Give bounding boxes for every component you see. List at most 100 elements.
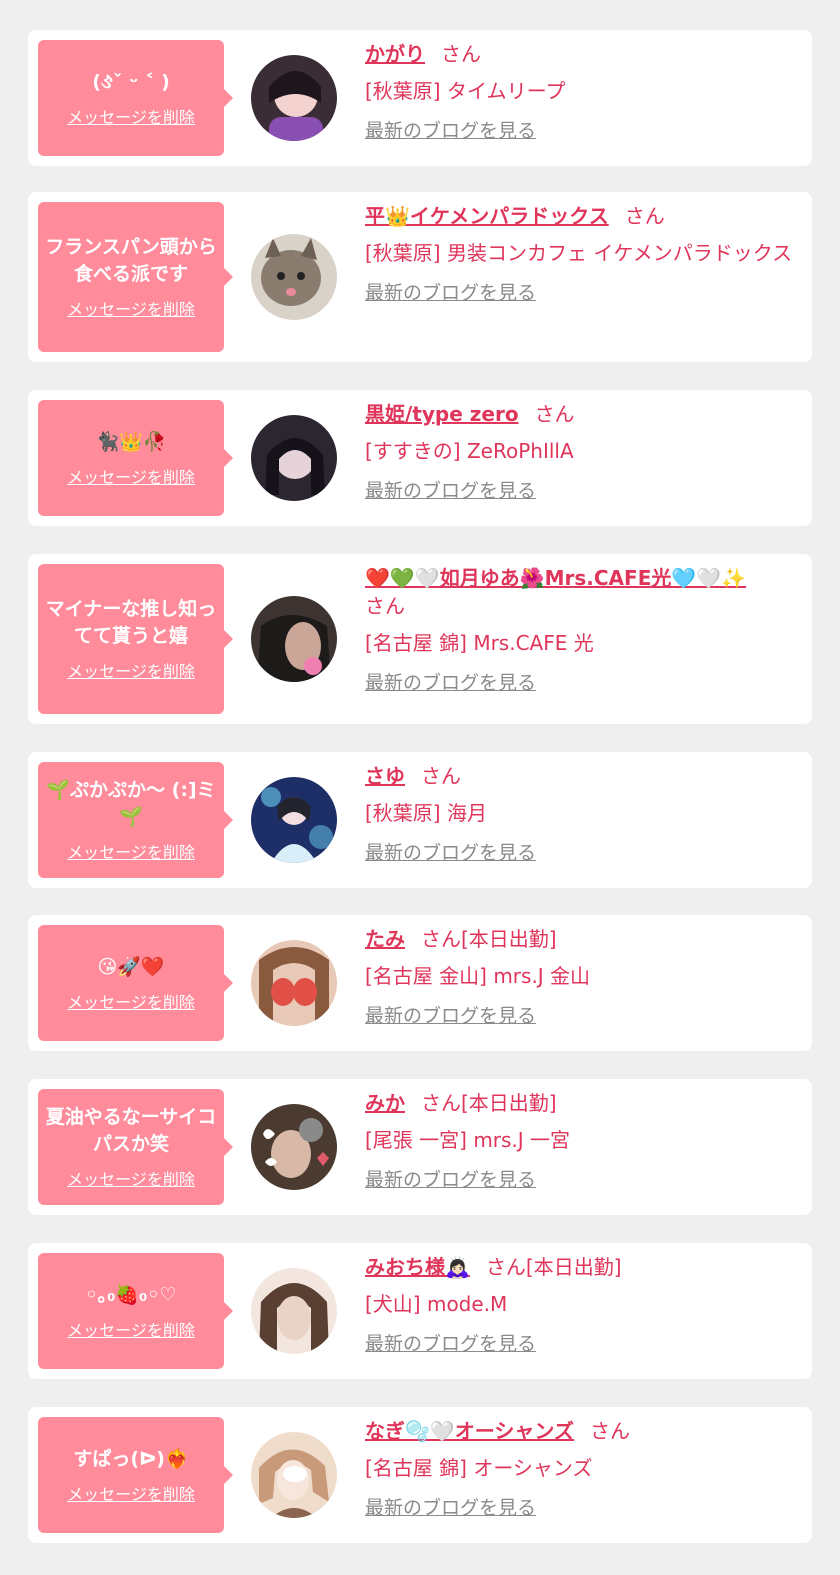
cast-name-link[interactable]: みか (365, 1091, 405, 1115)
delete-message-link[interactable]: メッセージを削除 (67, 993, 195, 1013)
avatar-image (251, 415, 337, 501)
name-line: 平👑イケメンパラドックス さん (365, 202, 799, 230)
latest-blog-link[interactable]: 最新のブログを見る (365, 478, 536, 504)
latest-blog-link[interactable]: 最新のブログを見る (365, 280, 536, 306)
message-bubble: マイナーな推し知ってて貰うと嬉 メッセージを削除 (38, 564, 233, 714)
shop-name: [尾張 一宮] mrs.J 一宮 (365, 1128, 571, 1152)
cast-info: かがり さん [秋葉原] タイムリープ 最新のブログを見る (365, 40, 799, 144)
honorific: さん (534, 402, 575, 426)
shop-name: [秋葉原] 男装コンカフェ イケメンパラドックス (365, 241, 793, 265)
cast-info: ❤️💚🤍如月ゆあ🌺Mrs.CAFE光🩵🤍✨ さん [名古屋 錦] Mrs.CAFE… (365, 564, 799, 696)
message-bubble: ◦｡₀🍓₀◦♡ メッセージを削除 (38, 1253, 233, 1369)
cast-card: 夏油やるなーサイコパスか笑 メッセージを削除 みか さん[本日出勤] [尾張 一宮… (28, 1079, 812, 1215)
cast-card: 🌱ぷかぷか〜 (:]ミ🌱 メッセージを削除 さゆ さん [秋葉原] 海月 最新のブ… (28, 752, 812, 888)
cast-name-link[interactable]: 黒姫/type zero (365, 402, 519, 426)
message-bubble: (ઙ̀ˇ ᵕ ˂ ) メッセージを削除 (38, 40, 233, 156)
latest-blog-link[interactable]: 最新のブログを見る (365, 1331, 536, 1357)
message-bubble: すぱっ(ᐅ)❤️‍🔥 メッセージを削除 (38, 1417, 233, 1533)
latest-blog-link[interactable]: 最新のブログを見る (365, 1167, 536, 1193)
cast-name-link[interactable]: ❤️💚🤍如月ゆあ🌺Mrs.CAFE光🩵🤍✨ (365, 566, 746, 590)
cast-card: マイナーな推し知ってて貰うと嬉 メッセージを削除 ❤️💚🤍如月ゆあ🌺Mrs.CA… (28, 554, 812, 724)
favorite-cast-list: (ઙ̀ˇ ᵕ ˂ ) メッセージを削除 かがり さん [秋葉原] タイムリープ 最… (0, 0, 840, 1575)
cast-card: 🐈‍⬛👑🥀 メッセージを削除 黒姫/type zero さん [すすきの] ZeR… (28, 390, 812, 526)
shop-name: [犬山] mode.M (365, 1292, 508, 1316)
latest-blog-link[interactable]: 最新のブログを見る (365, 670, 536, 696)
honorific: さん (441, 42, 481, 66)
honorific: さん (421, 764, 461, 788)
cast-card: (ઙ̀ˇ ᵕ ˂ ) メッセージを削除 かがり さん [秋葉原] タイムリープ 最… (28, 30, 812, 166)
name-line: 黒姫/type zero さん (365, 400, 799, 428)
shop-name: [名古屋 金山] mrs.J 金山 (365, 964, 591, 988)
cast-card: ◦｡₀🍓₀◦♡ メッセージを削除 みおち様🙇🏻‍♀️ さん[本日出勤] [犬山] … (28, 1243, 812, 1379)
name-line: さゆ さん (365, 762, 799, 790)
message-text: (ઙ̀ˇ ᵕ ˂ ) (92, 70, 170, 93)
avatar-image (251, 234, 337, 320)
message-text: マイナーな推し知ってて貰うと嬉 (45, 598, 217, 647)
honorific: さん (590, 1419, 631, 1443)
delete-message-link[interactable]: メッセージを削除 (67, 662, 195, 682)
message-bubble: 😘🚀❤️ メッセージを削除 (38, 925, 233, 1041)
honorific: さん[本日出勤] (421, 927, 557, 951)
honorific: さん (624, 204, 665, 228)
avatar-image (251, 940, 337, 1026)
avatar[interactable] (251, 940, 337, 1026)
message-bubble: 🌱ぷかぷか〜 (:]ミ🌱 メッセージを削除 (38, 762, 233, 878)
avatar[interactable] (251, 777, 337, 863)
message-text: 🌱ぷかぷか〜 (:]ミ🌱 (46, 779, 216, 828)
delete-message-link[interactable]: メッセージを削除 (67, 1170, 195, 1190)
cast-info: なぎ🫧🤍オーシャンズ さん [名古屋 錦] オーシャンズ 最新のブログを見る (365, 1417, 799, 1521)
honorific: さん (365, 594, 405, 618)
delete-message-link[interactable]: メッセージを削除 (67, 468, 195, 488)
message-text: ◦｡₀🍓₀◦♡ (85, 1283, 177, 1306)
name-line: みか さん[本日出勤] (365, 1089, 799, 1117)
delete-message-link[interactable]: メッセージを削除 (67, 108, 195, 128)
avatar-image (251, 596, 337, 682)
avatar[interactable] (251, 234, 337, 320)
cast-name-link[interactable]: さゆ (365, 764, 405, 788)
cast-info: たみ さん[本日出勤] [名古屋 金山] mrs.J 金山 最新のブログを見る (365, 925, 799, 1029)
cast-card: すぱっ(ᐅ)❤️‍🔥 メッセージを削除 なぎ🫧🤍オーシャンズ さん [名古屋 錦]… (28, 1407, 812, 1543)
latest-blog-link[interactable]: 最新のブログを見る (365, 840, 536, 866)
avatar-image (251, 1432, 337, 1518)
avatar[interactable] (251, 596, 337, 682)
cast-card: フランスパン頭から食べる派です メッセージを削除 平👑イケメンパラドックス さん … (28, 192, 812, 362)
cast-info: みおち様🙇🏻‍♀️ さん[本日出勤] [犬山] mode.M 最新のブログを見る (365, 1253, 799, 1357)
delete-message-link[interactable]: メッセージを削除 (67, 1321, 195, 1341)
name-line: なぎ🫧🤍オーシャンズ さん (365, 1417, 799, 1445)
latest-blog-link[interactable]: 最新のブログを見る (365, 118, 536, 144)
message-bubble: 夏油やるなーサイコパスか笑 メッセージを削除 (38, 1089, 233, 1205)
latest-blog-link[interactable]: 最新のブログを見る (365, 1495, 536, 1521)
cast-name-link[interactable]: なぎ🫧🤍オーシャンズ (365, 1419, 574, 1443)
avatar-image (251, 55, 337, 141)
name-line: みおち様🙇🏻‍♀️ さん[本日出勤] (365, 1253, 799, 1281)
name-line: ❤️💚🤍如月ゆあ🌺Mrs.CAFE光🩵🤍✨ さん (365, 564, 799, 620)
name-line: かがり さん (365, 40, 799, 68)
delete-message-link[interactable]: メッセージを削除 (67, 1485, 195, 1505)
shop-name: [秋葉原] 海月 (365, 801, 487, 825)
avatar[interactable] (251, 1432, 337, 1518)
cast-name-link[interactable]: みおち様🙇🏻‍♀️ (365, 1255, 470, 1279)
cast-name-link[interactable]: かがり (365, 42, 425, 66)
avatar-image (251, 1268, 337, 1354)
avatar[interactable] (251, 1268, 337, 1354)
avatar-image (251, 777, 337, 863)
delete-message-link[interactable]: メッセージを削除 (67, 843, 195, 863)
delete-message-link[interactable]: メッセージを削除 (67, 300, 195, 320)
name-line: たみ さん[本日出勤] (365, 925, 799, 953)
avatar[interactable] (251, 1104, 337, 1190)
avatar-image (251, 1104, 337, 1190)
cast-info: 平👑イケメンパラドックス さん [秋葉原] 男装コンカフェ イケメンパラドックス … (365, 202, 799, 306)
message-text: 夏油やるなーサイコパスか笑 (45, 1106, 217, 1155)
avatar[interactable] (251, 55, 337, 141)
message-text: 😘🚀❤️ (97, 955, 165, 978)
avatar[interactable] (251, 415, 337, 501)
honorific: さん[本日出勤] (421, 1091, 557, 1115)
message-bubble: 🐈‍⬛👑🥀 メッセージを削除 (38, 400, 233, 516)
cast-name-link[interactable]: たみ (365, 927, 405, 951)
message-bubble: フランスパン頭から食べる派です メッセージを削除 (38, 202, 233, 352)
message-text: フランスパン頭から食べる派です (45, 236, 217, 285)
shop-name: [すすきの] ZeRoPhIllA (365, 439, 574, 463)
honorific: さん[本日出勤] (485, 1255, 622, 1279)
latest-blog-link[interactable]: 最新のブログを見る (365, 1003, 536, 1029)
cast-name-link[interactable]: 平👑イケメンパラドックス (365, 204, 609, 228)
